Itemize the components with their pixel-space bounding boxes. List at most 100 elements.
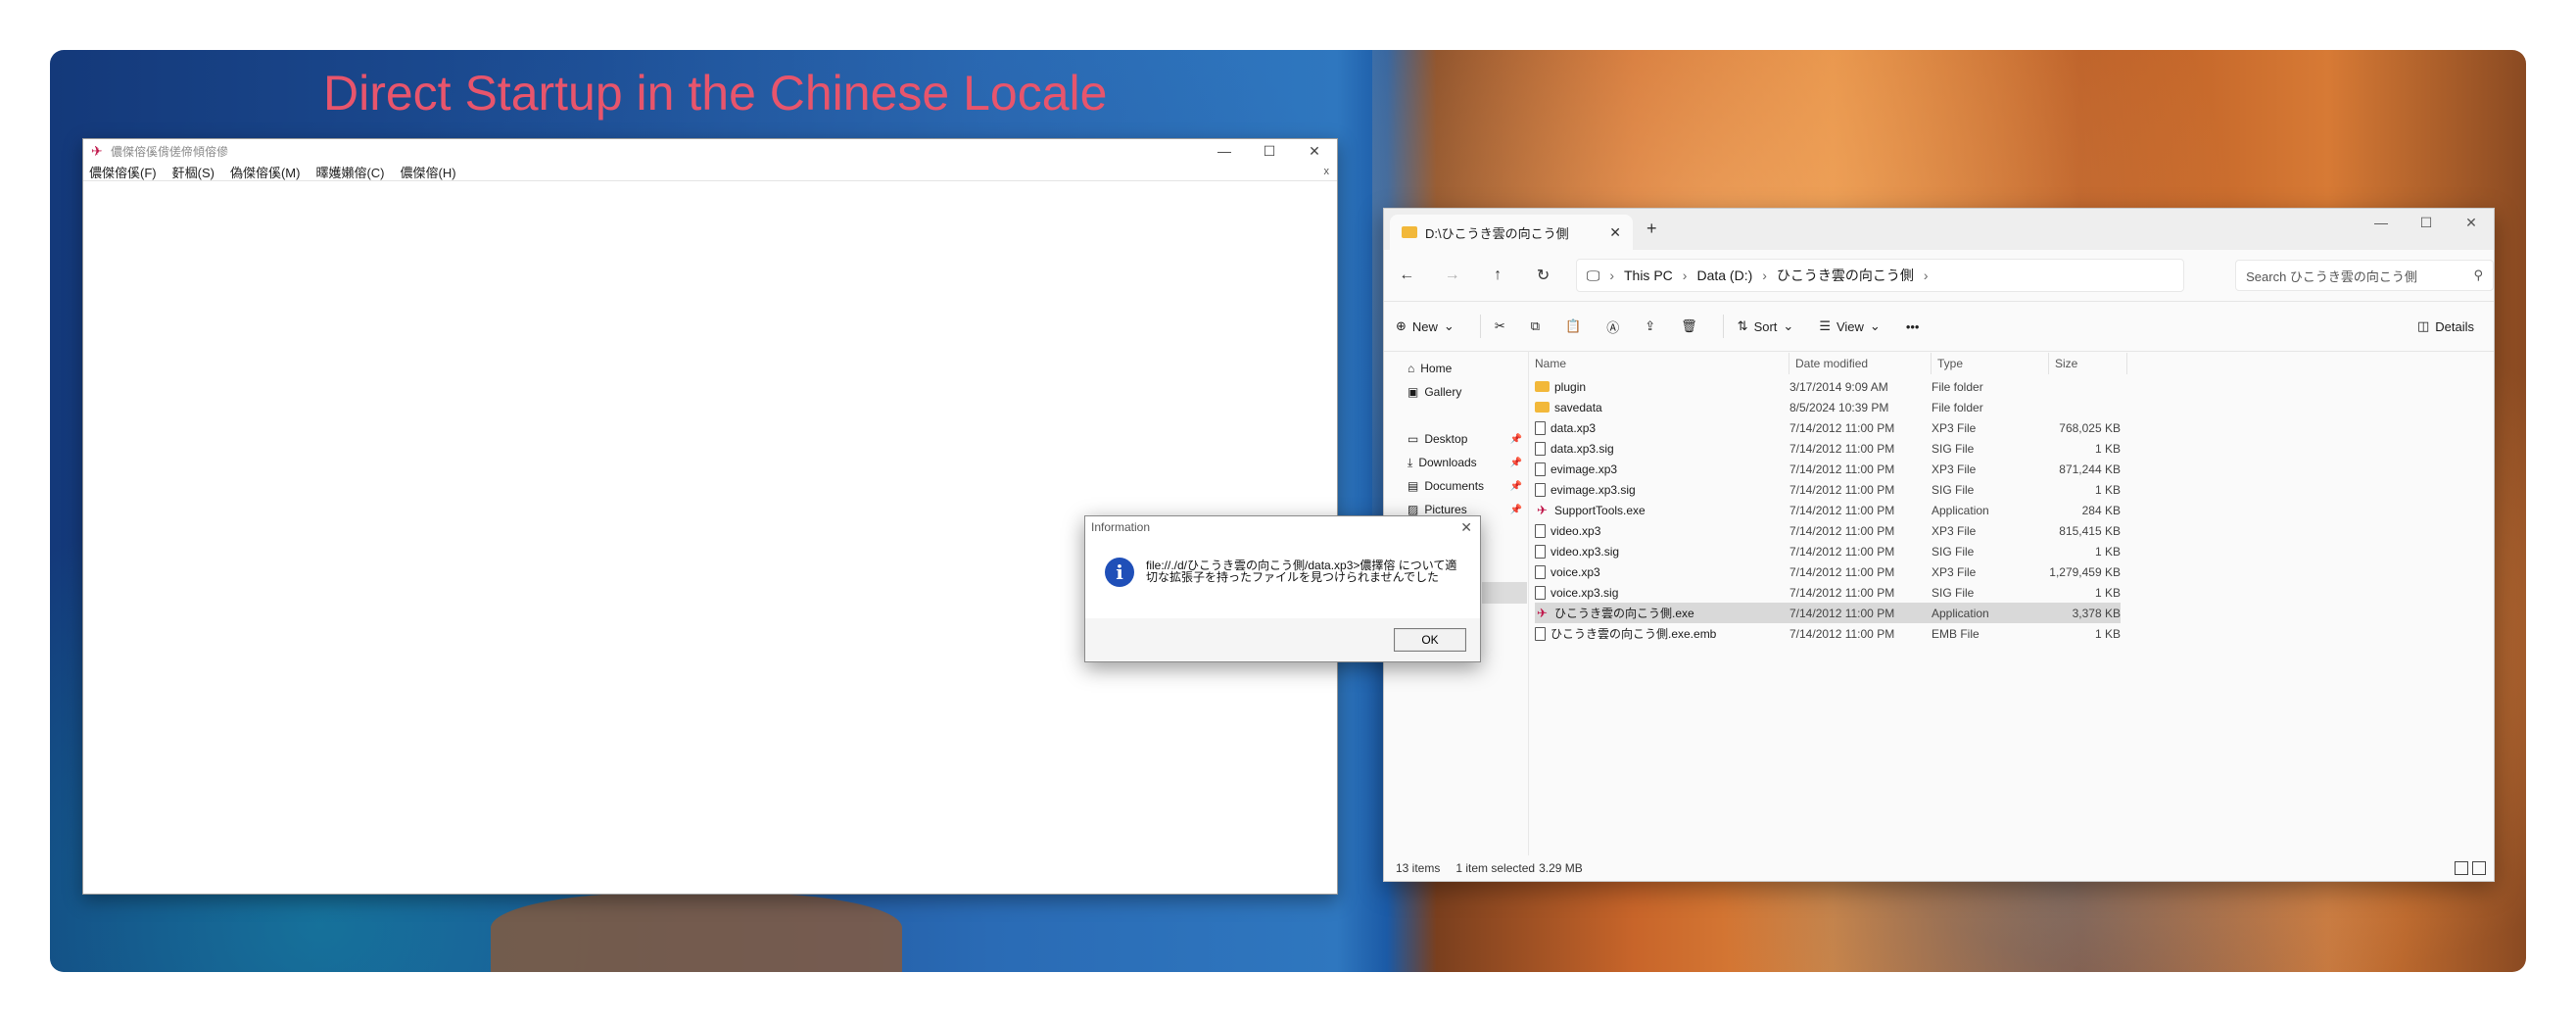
- file-type: File folder: [1932, 379, 1983, 394]
- file-name: data.xp3: [1550, 420, 1597, 435]
- file-size: 768,025 KB: [2059, 420, 2121, 435]
- file-row[interactable]: ✈ SupportTools.exe 7/14/2012 11:00 PM Appli…: [1535, 500, 2121, 520]
- menu-item-message[interactable]: 偽傑傛傒(M): [230, 163, 301, 181]
- minimize-button[interactable]: —: [1202, 143, 1247, 160]
- file-date: 7/14/2012 11:00 PM: [1789, 462, 1895, 476]
- headline-caption: Direct Startup in the Chinese Locale: [323, 66, 1108, 121]
- file-row[interactable]: ひこうき雲の向こう側.exe.emb 7/14/2012 11:00 PM EMB …: [1535, 623, 2121, 644]
- more-options-icon[interactable]: •••: [1906, 319, 1920, 334]
- file-date: 7/14/2012 11:00 PM: [1789, 523, 1895, 538]
- back-arrow-icon[interactable]: ←: [1384, 267, 1429, 284]
- share-icon[interactable]: ⇪: [1645, 318, 1655, 334]
- file-row[interactable]: ✈ ひこうき雲の向こう側.exe 7/14/2012 11:00 PM Applica…: [1535, 603, 2121, 623]
- file-date: 8/5/2024 10:39 PM: [1789, 400, 1889, 414]
- sidebar-item-gallery[interactable]: ▣ Gallery: [1384, 380, 1528, 404]
- tab-title: D:\ひこうき雲の向こう側: [1425, 225, 1569, 241]
- column-header-type[interactable]: Type: [1932, 353, 2049, 374]
- computer-icon: 🖵: [1586, 267, 1600, 283]
- new-label: New: [1411, 318, 1438, 334]
- breadcrumb-this-pc[interactable]: This PC: [1624, 268, 1673, 283]
- tab-close-icon[interactable]: ✕: [1609, 224, 1621, 241]
- maximize-button[interactable]: ☐: [1247, 143, 1292, 160]
- view-icon: ☰: [1819, 318, 1831, 333]
- search-input[interactable]: Search ひこうき雲の向こう側 ⚲: [2235, 260, 2495, 291]
- file-row[interactable]: plugin 3/17/2014 9:09 AM File folder: [1535, 376, 2121, 397]
- file-row[interactable]: evimage.xp3.sig 7/14/2012 11:00 PM SIG Fil…: [1535, 479, 2121, 500]
- divider: [1722, 315, 1724, 338]
- sidebar-item-downloads[interactable]: ⤓ Downloads 📌: [1384, 451, 1528, 474]
- rename-icon[interactable]: Ⓐ: [1606, 317, 1619, 336]
- download-icon: ⤓: [1407, 455, 1413, 469]
- explorer-maximize-button[interactable]: ☐: [2404, 209, 2449, 236]
- file-row[interactable]: voice.xp3 7/14/2012 11:00 PM XP3 File 1,279…: [1535, 561, 2121, 582]
- paste-icon[interactable]: 📋: [1565, 318, 1581, 334]
- sidebar-item-label: Gallery: [1424, 385, 1462, 399]
- column-header-size[interactable]: Size: [2049, 353, 2127, 374]
- sidebar-item-label: Desktop: [1424, 432, 1468, 446]
- file-row[interactable]: savedata 8/5/2024 10:39 PM File folder: [1535, 397, 2121, 417]
- ok-button[interactable]: OK: [1394, 628, 1466, 652]
- explorer-close-button[interactable]: ✕: [2449, 209, 2494, 236]
- breadcrumb-folder[interactable]: ひこうき雲の向こう側: [1777, 266, 1914, 285]
- game-window-titlebar[interactable]: ✈ 儂傑傛傒偝傞偙傾傛傪 — ☐ ✕: [83, 139, 1337, 163]
- dialog-title: Information: [1091, 520, 1151, 534]
- file-type: XP3 File: [1932, 523, 1977, 538]
- menu-item-file[interactable]: 儂傑傛傒(F): [89, 163, 157, 181]
- sort-label: Sort: [1753, 318, 1778, 334]
- plus-circle-icon: ⊕: [1396, 318, 1407, 333]
- explorer-minimize-button[interactable]: —: [2359, 209, 2404, 236]
- file-row[interactable]: data.xp3.sig 7/14/2012 11:00 PM SIG File 1 …: [1535, 438, 2121, 459]
- copy-icon[interactable]: ⧉: [1531, 318, 1540, 334]
- cut-icon[interactable]: ✂: [1495, 318, 1505, 334]
- file-row[interactable]: video.xp3.sig 7/14/2012 11:00 PM SIG File 1…: [1535, 541, 2121, 561]
- menubar-close-icon[interactable]: x: [1324, 166, 1330, 177]
- dialog-close-icon[interactable]: ✕: [1460, 519, 1472, 536]
- dialog-titlebar[interactable]: Information ✕: [1085, 516, 1480, 538]
- details-button[interactable]: ◫ Details: [2417, 318, 2474, 334]
- file-name-cell: voice.xp3.sig: [1535, 585, 1789, 600]
- file-name: SupportTools.exe: [1554, 503, 1646, 517]
- sidebar-item-desktop[interactable]: ▭ Desktop 📌: [1384, 427, 1528, 451]
- explorer-tab-row: D:\ひこうき雲の向こう側 ✕ + — ☐ ✕: [1384, 209, 2494, 250]
- file-icon: [1535, 523, 1546, 538]
- file-type: SIG File: [1932, 585, 1975, 600]
- file-name-cell: data.xp3.sig: [1535, 441, 1789, 456]
- file-size: 1 KB: [2094, 626, 2121, 641]
- file-name-cell: ✈ ひこうき雲の向こう側.exe: [1535, 605, 1789, 621]
- new-button[interactable]: ⊕ New ⌄: [1396, 318, 1455, 334]
- file-size: 284 KB: [2081, 503, 2121, 517]
- sort-button[interactable]: ⇅ Sort ⌄: [1738, 318, 1794, 334]
- file-row[interactable]: video.xp3 7/14/2012 11:00 PM XP3 File 815,4…: [1535, 520, 2121, 541]
- file-row[interactable]: evimage.xp3 7/14/2012 11:00 PM XP3 File 871…: [1535, 459, 2121, 479]
- forward-arrow-icon[interactable]: →: [1429, 267, 1474, 284]
- delete-icon[interactable]: 🗑: [1681, 318, 1697, 334]
- address-bar[interactable]: 🖵 › This PC › Data (D:) › ひこうき雲の向こう側 ›: [1575, 259, 2185, 292]
- tiles-view-icon[interactable]: [2472, 861, 2486, 875]
- view-button[interactable]: ☰ View ⌄: [1819, 318, 1881, 334]
- file-name-cell: video.xp3.sig: [1535, 544, 1789, 559]
- details-view-icon[interactable]: [2455, 861, 2468, 875]
- file-name-cell: video.xp3: [1535, 523, 1789, 538]
- up-arrow-icon[interactable]: ↑: [1475, 267, 1520, 284]
- sidebar-item-home[interactable]: ⌂ Home: [1384, 357, 1528, 380]
- column-header-name[interactable]: Name: [1529, 353, 1789, 374]
- home-icon: ⌂: [1407, 362, 1415, 375]
- breadcrumb-data-drive[interactable]: Data (D:): [1696, 268, 1752, 283]
- refresh-icon[interactable]: ↻: [1520, 266, 1565, 285]
- file-name-cell: data.xp3: [1535, 420, 1789, 435]
- column-header-date[interactable]: Date modified: [1789, 353, 1932, 374]
- close-button[interactable]: ✕: [1292, 143, 1337, 160]
- menu-item-system[interactable]: 姧棝(S): [172, 163, 215, 181]
- pin-icon: 📌: [1509, 504, 1522, 515]
- file-explorer-window: D:\ひこうき雲の向こう側 ✕ + — ☐ ✕ ← → ↑ ↻ 🖵 › This…: [1383, 208, 2495, 882]
- folder-icon: [1402, 226, 1417, 238]
- explorer-tab[interactable]: D:\ひこうき雲の向こう側 ✕: [1390, 215, 1633, 250]
- details-label: Details: [2435, 318, 2474, 334]
- file-row[interactable]: data.xp3 7/14/2012 11:00 PM XP3 File 768,02…: [1535, 417, 2121, 438]
- menu-item-help[interactable]: 儂傑傛(H): [401, 163, 456, 181]
- file-row[interactable]: voice.xp3.sig 7/14/2012 11:00 PM SIG File 1…: [1535, 582, 2121, 603]
- new-tab-button[interactable]: +: [1646, 219, 1657, 239]
- menu-item-config[interactable]: 曎嬳嬾傛(C): [315, 163, 384, 181]
- sidebar-item-documents[interactable]: ▤ Documents 📌: [1384, 474, 1528, 498]
- sidebar-item-label: Home: [1420, 362, 1453, 375]
